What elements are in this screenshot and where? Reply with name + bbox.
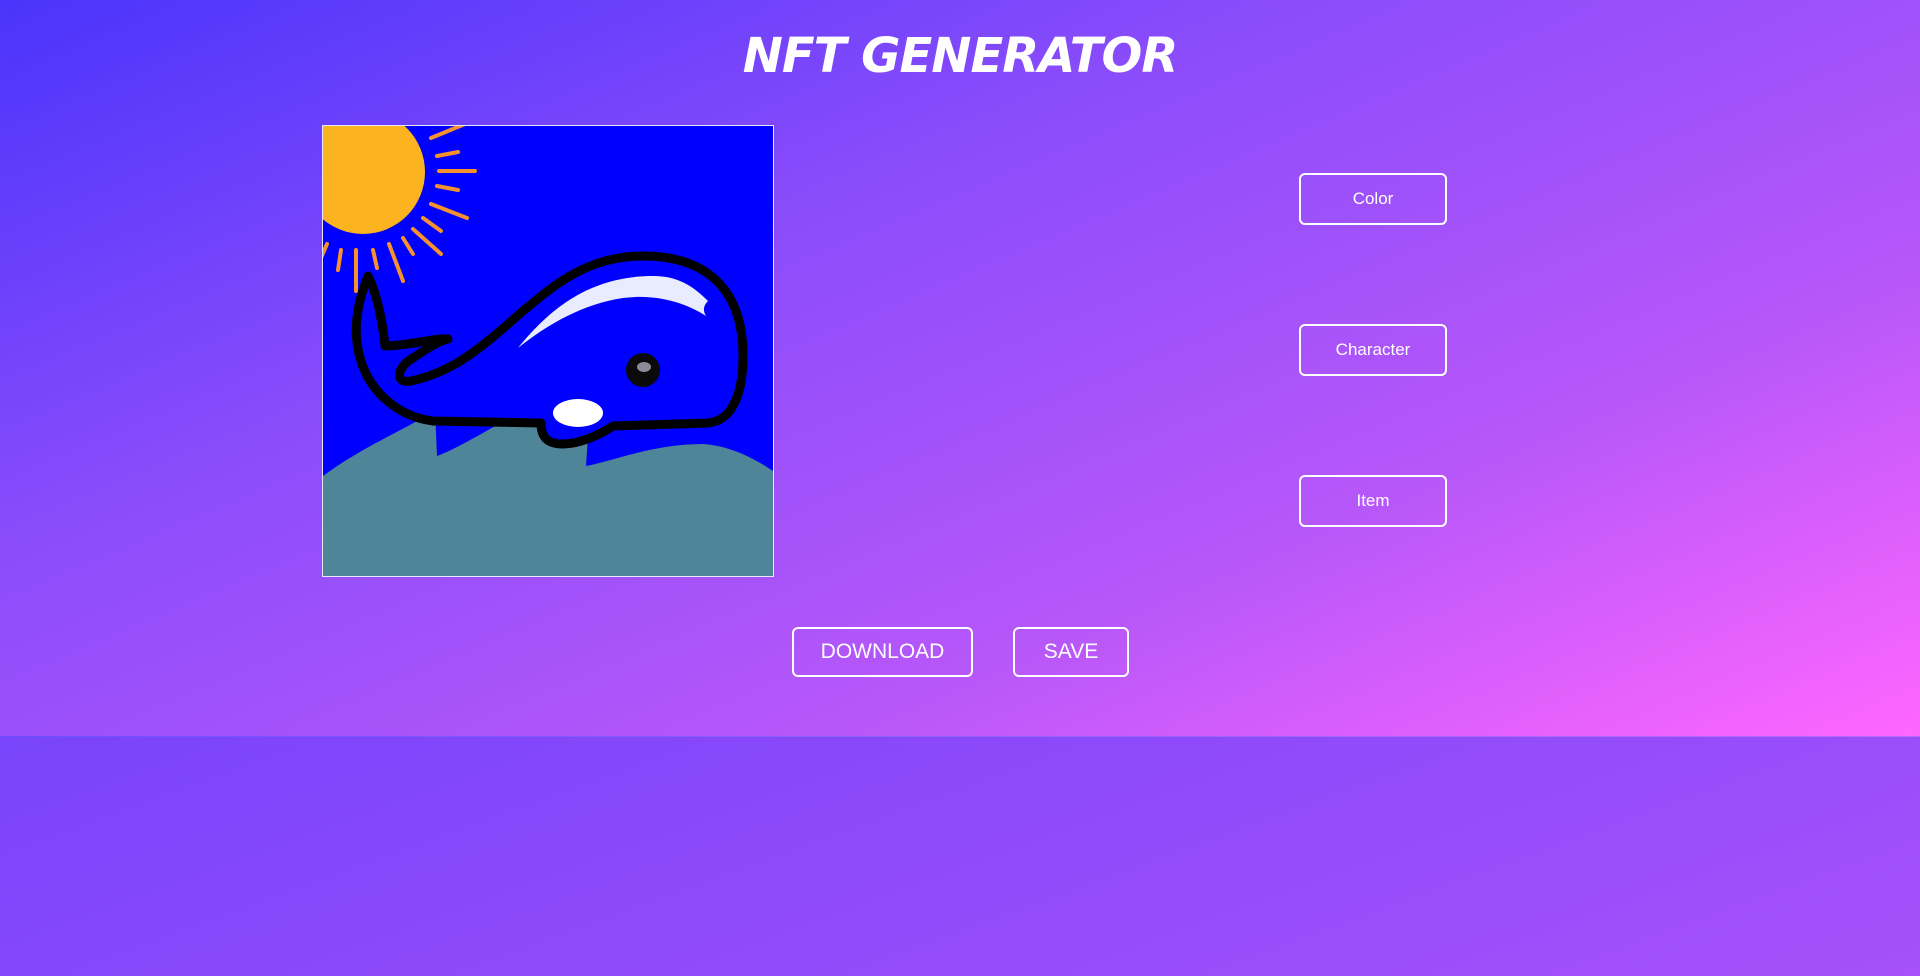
generator-panel: NFT GENERATOR Color Character Item DOWNL… [0, 0, 1920, 737]
item-button[interactable]: Item [1299, 475, 1447, 527]
page-title: NFT GENERATOR [742, 28, 1179, 84]
character-button[interactable]: Character [1299, 324, 1447, 376]
nft-artwork [323, 126, 773, 576]
color-button[interactable]: Color [1299, 173, 1447, 225]
whale-spot [553, 399, 603, 427]
download-button[interactable]: DOWNLOAD [792, 627, 973, 677]
page-background-lower [0, 737, 1920, 976]
whale-eye-shine [637, 362, 651, 372]
nft-preview-image [322, 125, 774, 577]
save-button[interactable]: SAVE [1013, 627, 1129, 677]
